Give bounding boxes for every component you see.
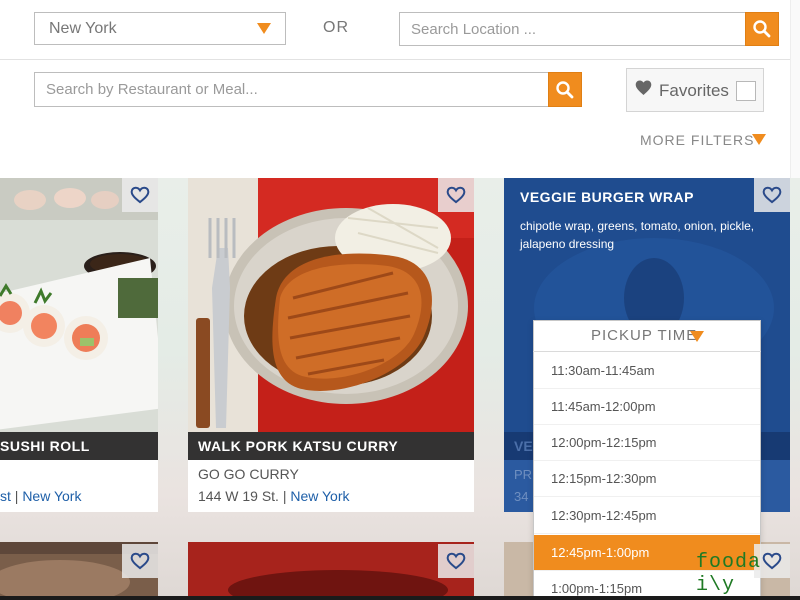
or-separator: OR [323,19,349,36]
sushi-photo [0,178,158,432]
heart-icon [762,186,782,204]
restaurant-name: GO GO CURRY [198,466,299,482]
heart-icon [635,80,652,95]
caret-down-icon [690,331,704,342]
pickup-option[interactable]: 11:30am-11:45am [534,353,760,389]
meal-city-katsu[interactable]: New York [290,488,349,504]
meal-info-sushi: st | New York [0,460,158,512]
heart-icon [446,186,466,204]
meal-info-katsu: GO GO CURRY 144 W 19 St. | New York [188,460,474,512]
pickup-option[interactable]: 12:00pm-12:15pm [534,425,760,461]
meal-name-veggie: VEGGIE BURGER WRAP [520,189,694,205]
pickup-option[interactable]: 12:30pm-12:45pm [534,498,760,534]
location-search-input[interactable] [399,12,746,46]
heart-icon [446,552,466,570]
favorite-toggle-row2-2[interactable] [438,544,474,578]
caret-down-icon [257,23,271,34]
meal-description-veggie: chipotle wrap, greens, tomato, onion, pi… [520,219,755,251]
heart-icon [130,186,150,204]
katsu-curry-photo [188,178,474,432]
meal-search-button[interactable] [548,72,582,107]
favorite-toggle-katsu[interactable] [438,178,474,212]
meal-info-veggie-hidden-1: PR [514,467,533,482]
bottom-edge [0,596,800,600]
header-divider [0,59,790,60]
meal-card-row2-2[interactable] [188,542,474,600]
pickup-option[interactable]: 12:15pm-12:30pm [534,461,760,497]
favorite-toggle-veggie[interactable] [754,178,790,212]
search-icon [753,20,771,38]
page-edge [790,0,800,178]
meal-city-sushi[interactable]: New York [22,488,81,504]
meal-name-veggie-hidden: VE [514,438,533,454]
meal-card-sushi-image[interactable] [0,178,158,432]
pickup-time-label: PICKUP TIME [591,327,698,344]
more-filters-toggle[interactable]: MORE FILTERS [640,132,754,148]
city-select-value: New York [49,20,117,37]
brand-watermark: fooda i\y [696,551,762,597]
favorite-toggle-row2-1[interactable] [122,544,158,578]
meal-name-katsu: WALK PORK KATSU CURRY [188,432,474,460]
meal-name-sushi: SUSHI ROLL [0,432,158,460]
meal-search-input[interactable] [34,72,549,107]
search-icon [556,80,574,98]
meal-address: 144 W 19 St. [198,488,279,504]
meal-info-veggie-hidden-2: 34 [514,489,529,504]
favorites-checkbox[interactable] [736,81,756,101]
meal-card-katsu-image[interactable] [188,178,474,432]
caret-down-icon [752,134,766,145]
favorite-toggle-sushi[interactable] [122,178,158,212]
location-search-button[interactable] [745,12,779,46]
city-select[interactable]: New York [34,12,286,45]
meal-address-partial[interactable]: st [0,488,11,504]
pickup-option[interactable]: 11:45am-12:00pm [534,389,760,425]
heart-icon [130,552,150,570]
favorites-label: Favorites [659,81,729,100]
